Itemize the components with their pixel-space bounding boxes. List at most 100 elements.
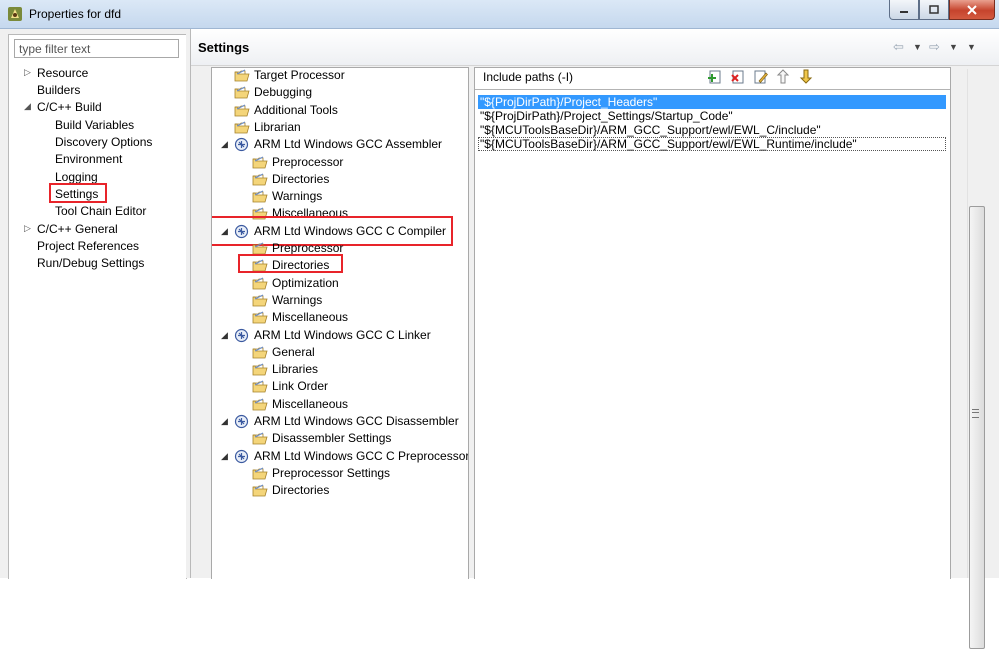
tool-icon: [234, 328, 249, 343]
list-item[interactable]: "${ProjDirPath}/Project_Settings/Startup…: [478, 109, 946, 123]
window-body: ▷ Resource Builders ◢ C/C++ Build Build …: [0, 29, 999, 649]
include-paths-label: Include paths (-I): [483, 70, 574, 84]
tree-item-label: Miscellaneous: [272, 397, 349, 411]
tree-item-label: Optimization: [272, 276, 339, 290]
tree-item-label: Directories: [272, 172, 330, 186]
include-paths-panel: Include paths (-I) "${ProjDirPath}/Proje…: [474, 67, 951, 579]
tree-item-label: Miscellaneous: [272, 206, 349, 220]
tree-item-label: Preprocessor: [272, 241, 344, 255]
include-paths-list[interactable]: "${ProjDirPath}/Project_Headers" "${Proj…: [475, 89, 950, 580]
tree-item-label: ARM Ltd Windows GCC C Compiler: [254, 224, 447, 238]
page-title: Settings: [198, 40, 250, 55]
folder-icon: [234, 104, 250, 117]
folder-icon: [234, 69, 250, 82]
collapse-arrow-icon[interactable]: ◢: [221, 226, 228, 237]
back-arrow-icon[interactable]: ⇦: [893, 39, 904, 55]
add-icon[interactable]: [706, 68, 724, 86]
tree-item-label: Link Order: [272, 379, 329, 393]
folder-icon: [252, 190, 268, 203]
folder-icon: [252, 363, 268, 376]
folder-icon: [234, 86, 250, 99]
collapse-arrow-icon[interactable]: ◢: [221, 330, 228, 341]
folder-icon: [252, 294, 268, 307]
dropdown-icon[interactable]: ▼: [949, 42, 958, 52]
vertical-scrollbar[interactable]: [967, 69, 985, 649]
settings-page: Settings ⇦ ▼ ⇨ ▼ ▼ Target Processor Debug…: [190, 29, 999, 649]
tree-item-label: Preprocessor: [272, 155, 344, 169]
list-item[interactable]: "${MCUToolsBaseDir}/ARM_GCC_Support/ewl/…: [478, 123, 946, 137]
folder-icon: [252, 259, 268, 272]
scrollbar-grip-icon: [972, 409, 979, 418]
tree-item-label: Directories: [272, 483, 330, 497]
minimize-icon[interactable]: [889, 0, 919, 20]
filter-input[interactable]: [14, 39, 179, 58]
tree-item-label: Disassembler Settings: [272, 431, 392, 445]
folder-icon: [252, 173, 268, 186]
nav-item-tool-chain-editor[interactable]: Tool Chain Editor: [55, 203, 146, 220]
list-item[interactable]: "${MCUToolsBaseDir}/ARM_GCC_Support/ewl/…: [478, 137, 946, 151]
include-paths-toolbar: [706, 68, 816, 86]
edit-icon[interactable]: [752, 68, 770, 86]
expand-arrow-icon[interactable]: ▷: [24, 223, 31, 234]
nav-item-project-references[interactable]: Project References: [37, 238, 139, 255]
tree-item-label: Warnings: [272, 293, 323, 307]
tree-item-label: General: [272, 345, 315, 359]
maximize-icon[interactable]: [919, 0, 949, 20]
tree-item-label: Debugging: [254, 85, 313, 99]
tool-icon: [234, 224, 249, 239]
nav-item-build-variables[interactable]: Build Variables: [55, 117, 134, 134]
tree-item-label: ARM Ltd Windows GCC C Preprocessor: [254, 449, 469, 463]
dropdown-icon[interactable]: ▼: [913, 42, 922, 52]
tree-item-label: Miscellaneous: [272, 310, 349, 324]
tree-item-label: ARM Ltd Windows GCC C Linker: [254, 328, 431, 342]
nav-item-logging[interactable]: Logging: [55, 169, 98, 186]
close-icon[interactable]: [949, 0, 995, 20]
folder-icon: [252, 242, 268, 255]
folder-icon: [252, 380, 268, 393]
nav-item-builders[interactable]: Builders: [37, 82, 80, 99]
tool-icon: [234, 414, 249, 429]
tool-settings-tree[interactable]: Target Processor Debugging Additional Tool…: [211, 67, 469, 579]
nav-item-cpp-build[interactable]: C/C++ Build: [37, 99, 102, 116]
folder-icon: [252, 346, 268, 359]
settings-content: Target Processor Debugging Additional Tool…: [191, 66, 999, 579]
folder-icon: [252, 311, 268, 324]
folder-icon: [252, 484, 268, 497]
move-down-icon[interactable]: [798, 68, 816, 86]
nav-item-discovery-options[interactable]: Discovery Options: [55, 134, 152, 151]
folder-icon: [252, 207, 268, 220]
collapse-arrow-icon[interactable]: ◢: [221, 416, 228, 427]
tree-item-label: ARM Ltd Windows GCC Assembler: [254, 137, 443, 151]
expand-arrow-icon[interactable]: ▷: [24, 67, 31, 78]
folder-icon: [252, 156, 268, 169]
delete-icon[interactable]: [729, 68, 747, 86]
nav-item-settings[interactable]: Settings: [55, 186, 98, 203]
tool-icon: [234, 137, 249, 152]
folder-icon: [252, 398, 268, 411]
folder-icon: [252, 432, 268, 445]
tree-item-label: Librarian: [254, 120, 301, 134]
folder-icon: [252, 277, 268, 290]
nav-item-environment[interactable]: Environment: [55, 151, 122, 168]
folder-icon: [252, 467, 268, 480]
forward-arrow-icon[interactable]: ⇨: [929, 39, 940, 55]
view-menu-icon[interactable]: ▼: [967, 42, 976, 52]
title-bar: Properties for dfd: [0, 0, 999, 29]
nav-item-run-debug-settings[interactable]: Run/Debug Settings: [37, 255, 144, 272]
settings-header: Settings ⇦ ▼ ⇨ ▼ ▼: [191, 29, 999, 66]
folder-icon: [234, 121, 250, 134]
move-up-icon[interactable]: [775, 68, 793, 86]
tree-item-label: Warnings: [272, 189, 323, 203]
list-item[interactable]: "${ProjDirPath}/Project_Headers": [478, 95, 946, 109]
tree-item-label: ARM Ltd Windows GCC Disassembler: [254, 414, 459, 428]
property-nav-pane: ▷ Resource Builders ◢ C/C++ Build Build …: [8, 34, 187, 579]
scrollbar-thumb[interactable]: [969, 206, 985, 649]
collapse-arrow-icon[interactable]: ◢: [221, 451, 228, 462]
window-controls: [889, 0, 995, 20]
nav-item-cpp-general[interactable]: C/C++ General: [37, 221, 118, 238]
nav-item-resource[interactable]: Resource: [37, 65, 88, 82]
window-title: Properties for dfd: [29, 7, 122, 21]
collapse-arrow-icon[interactable]: ◢: [24, 101, 31, 112]
collapse-arrow-icon[interactable]: ◢: [221, 139, 228, 150]
tree-item-label: Directories: [272, 258, 330, 272]
